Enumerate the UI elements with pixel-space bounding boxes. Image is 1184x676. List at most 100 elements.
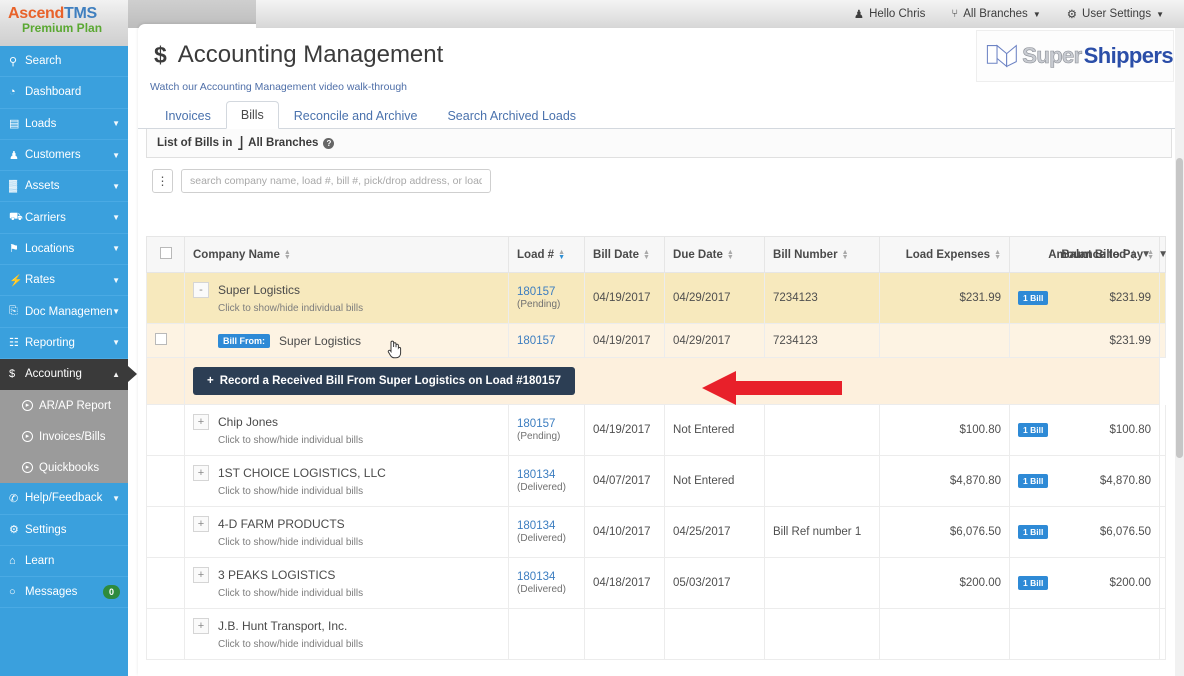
collapse-toggle-icon[interactable]: - xyxy=(193,282,209,298)
row-checkbox[interactable] xyxy=(155,333,167,345)
tab-search-archived-loads[interactable]: Search Archived Loads xyxy=(432,102,591,129)
topbar-hello-user[interactable]: ♟ Hello Chris xyxy=(854,7,926,21)
tab-invoices[interactable]: Invoices xyxy=(150,102,226,129)
sort-icon[interactable]: ▲ ▼ xyxy=(727,249,734,261)
table-row[interactable]: + J.B. Hunt Transport, Inc. Click to sho… xyxy=(146,608,1166,660)
table-options-button[interactable]: ⋮ xyxy=(152,169,173,193)
bill-count-badge[interactable]: 1 Bill xyxy=(1018,576,1049,590)
sidebar-item-loads[interactable]: ▤ Loads ▼ xyxy=(0,109,128,140)
sidebar-item-doc-management[interactable]: ⎘ Doc Management ▼ xyxy=(0,296,128,328)
topbar-user-settings[interactable]: ⚙ User Settings ▼ xyxy=(1067,7,1164,21)
sidebar-subitem-ar-ap-report[interactable]: ▸ AR/AP Report xyxy=(0,390,128,421)
row-select-cell xyxy=(146,455,185,507)
table-row[interactable]: + 4-D FARM PRODUCTS Click to show/hide i… xyxy=(146,506,1166,558)
column-header-bill-number[interactable]: Bill Number ▲ ▼ xyxy=(764,236,881,273)
load-link[interactable]: 180157 xyxy=(517,418,555,430)
table-row[interactable]: Bill From: Super Logistics 180157 04/19/… xyxy=(146,323,1166,358)
balance-to-pay-cell: $100.80 xyxy=(1159,404,1166,456)
load-cell[interactable]: 180134 (Delivered) xyxy=(508,506,586,558)
tab-reconcile-and-archive[interactable]: Reconcile and Archive xyxy=(279,102,433,129)
bill-date-cell: 04/10/2017 xyxy=(584,506,666,558)
bill-count-badge[interactable]: 1 Bill xyxy=(1018,525,1049,539)
load-cell[interactable]: 180157 (Pending) xyxy=(508,404,586,456)
bill-count-badge[interactable]: 1 Bill xyxy=(1018,474,1049,488)
load-status: (Pending) xyxy=(517,431,561,442)
load-cell[interactable]: 180134 (Delivered) xyxy=(508,557,586,609)
sidebar-item-accounting[interactable]: $ Accounting ▲ xyxy=(0,358,137,391)
sidebar-item-label: Doc Management xyxy=(25,305,113,318)
expand-toggle-icon[interactable]: + xyxy=(193,465,209,481)
sidebar-item-search[interactable]: ⚲ Search xyxy=(0,46,128,78)
load-cell[interactable]: 180134 (Delivered) xyxy=(508,455,586,507)
company-cell[interactable]: - Super Logistics Click to show/hide ind… xyxy=(184,272,510,324)
company-cell[interactable]: + 4-D FARM PRODUCTS Click to show/hide i… xyxy=(184,506,510,558)
company-cell[interactable]: + Chip Jones Click to show/hide individu… xyxy=(184,404,510,456)
sort-icon[interactable]: ▲ ▼ xyxy=(842,249,849,261)
sidebar-item-customers[interactable]: ♟ Customers ▼ xyxy=(0,140,128,172)
company-cell[interactable]: + 3 PEAKS LOGISTICS Click to show/hide i… xyxy=(184,557,510,609)
chevron-down-icon: ▼ xyxy=(112,493,120,503)
sidebar-item-assets[interactable]: ▓ Assets ▼ xyxy=(0,171,128,203)
tab-bills[interactable]: Bills xyxy=(225,101,279,129)
load-link[interactable]: 180157 xyxy=(517,335,555,347)
sort-icon-active[interactable]: ▲ ▼ xyxy=(558,249,565,261)
sort-icon[interactable]: ▲ ▼ xyxy=(643,249,650,261)
scrollbar-thumb[interactable] xyxy=(1176,158,1183,458)
sidebar-item-locations[interactable]: ⚑ Locations ▼ xyxy=(0,234,128,266)
company-cell[interactable]: + J.B. Hunt Transport, Inc. Click to sho… xyxy=(184,608,510,660)
expand-toggle-icon[interactable]: + xyxy=(193,618,209,634)
sidebar-item-carriers[interactable]: ⛟ Carriers ▼ xyxy=(0,202,128,234)
select-all-checkbox[interactable] xyxy=(159,247,172,259)
table-row[interactable]: + 3 PEAKS LOGISTICS Click to show/hide i… xyxy=(146,557,1166,609)
sort-icon[interactable]: ▲ ▼ xyxy=(994,249,1001,261)
help-icon[interactable]: ? xyxy=(323,137,335,149)
company-name: 3 PEAKS LOGISTICS xyxy=(218,568,336,582)
topbar-all-branches[interactable]: ⑂ All Branches ▼ xyxy=(951,8,1040,20)
load-cell[interactable]: 180157 xyxy=(508,323,586,358)
expand-toggle-icon[interactable]: + xyxy=(193,414,209,430)
sidebar-item-messages[interactable]: ○ Messages 0 xyxy=(0,577,128,609)
load-cell[interactable] xyxy=(508,608,586,660)
column-header-bill-date[interactable]: Bill Date ▲ ▼ xyxy=(584,236,666,273)
company-name: J.B. Hunt Transport, Inc. xyxy=(218,619,348,633)
sidebar-item-reporting[interactable]: ☷ Reporting ▼ xyxy=(0,328,128,359)
balance-to-pay-cell: $231.99 xyxy=(1159,272,1166,324)
record-received-bill-button[interactable]: + Record a Received Bill From Super Logi… xyxy=(193,367,575,395)
company-cell[interactable]: Bill From: Super Logistics xyxy=(184,323,510,358)
load-link[interactable]: 180134 xyxy=(517,469,555,481)
company-name: 4-D FARM PRODUCTS xyxy=(218,517,345,531)
sidebar-item-settings[interactable]: ⚙ Settings xyxy=(0,515,128,546)
load-link[interactable]: 180134 xyxy=(517,571,555,583)
sidebar-item-help-feedback[interactable]: ✆ Help/Feedback ▼ xyxy=(0,483,128,515)
company-cell[interactable]: + 1ST CHOICE LOGISTICS, LLC Click to sho… xyxy=(184,455,510,507)
expand-toggle-icon[interactable]: + xyxy=(193,567,209,583)
sidebar-item-rates[interactable]: ⚡ Rates ▼ xyxy=(0,265,128,297)
table-row[interactable]: + Chip Jones Click to show/hide individu… xyxy=(146,404,1166,456)
load-link[interactable]: 180134 xyxy=(517,520,555,532)
column-header-load-number[interactable]: Load # ▲ ▼ xyxy=(508,236,586,273)
filter-icon[interactable]: ▼ xyxy=(1158,249,1166,260)
vertical-scrollbar[interactable] xyxy=(1175,28,1184,676)
column-header-balance-to-pay[interactable]: Balance to Pay ▲ ▼ ▼ xyxy=(1061,236,1166,273)
sidebar-item-dashboard[interactable]: ◔ Dashboard xyxy=(0,77,128,109)
amount-billed-cell: 1 Bill $100.80 xyxy=(1009,404,1161,456)
sidebar-subitem-quickbooks[interactable]: ▸ Quickbooks xyxy=(0,452,128,483)
brand-logo[interactable]: AscendTMS Premium Plan xyxy=(0,0,128,46)
bill-count-badge[interactable]: 1 Bill xyxy=(1018,423,1049,437)
sidebar-item-learn[interactable]: ⌂ Learn xyxy=(0,546,128,578)
load-link[interactable]: 180157 xyxy=(517,286,555,298)
sort-icon[interactable]: ▲ ▼ xyxy=(1147,249,1154,261)
column-header-due-date[interactable]: Due Date ▲ ▼ xyxy=(664,236,766,273)
table-row[interactable]: + 1ST CHOICE LOGISTICS, LLC Click to sho… xyxy=(146,455,1166,507)
sidebar-subitem-invoices-bills[interactable]: ▸ Invoices/Bills xyxy=(0,421,128,452)
record-bill-cell: + Record a Received Bill From Super Logi… xyxy=(184,357,1161,405)
load-cell[interactable]: 180157 (Pending) xyxy=(508,272,586,324)
table-row[interactable]: - Super Logistics Click to show/hide ind… xyxy=(146,272,1166,324)
column-header-company-name[interactable]: Company Name ▲ ▼ xyxy=(184,236,510,273)
search-input[interactable] xyxy=(181,169,491,193)
expand-toggle-icon[interactable]: + xyxy=(193,516,209,532)
sort-icon[interactable]: ▲ ▼ xyxy=(284,249,291,261)
column-header-load-expenses[interactable]: Load Expenses ▲ ▼ xyxy=(879,236,1011,273)
bolt-icon: ⚡ xyxy=(9,274,23,287)
bill-count-badge[interactable]: 1 Bill xyxy=(1018,291,1049,305)
